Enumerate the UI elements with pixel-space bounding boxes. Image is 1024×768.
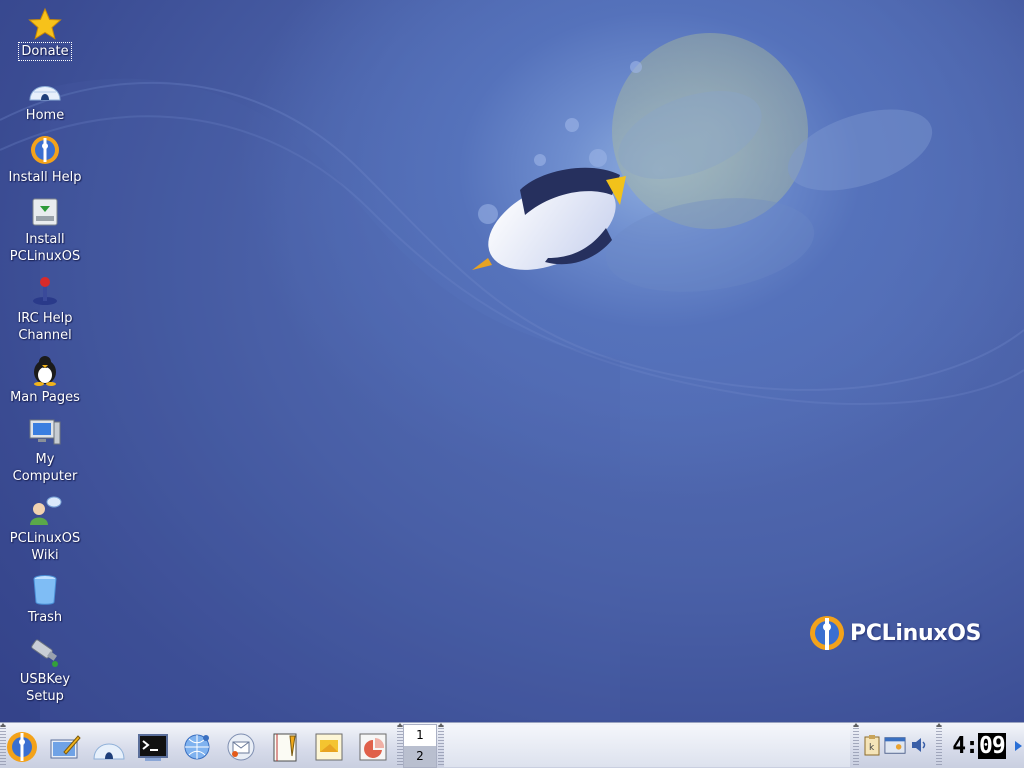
installer-disk-icon (27, 194, 63, 230)
desktop-icon-label: Trash (27, 610, 63, 625)
clock-minutes: 09 (978, 733, 1006, 759)
desktop-icon-home[interactable]: Home (0, 70, 90, 124)
desktop-icon-my-computer[interactable]: My Computer (0, 414, 90, 485)
mail-icon (227, 733, 255, 761)
clock[interactable]: 4:09 (948, 726, 1010, 766)
email-launcher[interactable] (221, 727, 261, 767)
show-desktop-launcher[interactable] (45, 727, 85, 767)
kmenu-button[interactable] (2, 727, 42, 767)
desktop-pager: 1 2 (403, 724, 437, 768)
desktop-icon-donate[interactable]: Donate (0, 6, 90, 61)
igloo-home-icon (93, 743, 125, 760)
clock-separator: : (965, 733, 979, 759)
desktop-icon-usbkey-setup[interactable]: USBKey Setup (0, 634, 90, 705)
igloo-home-icon (27, 70, 63, 106)
desktop-pen-icon (50, 735, 81, 759)
kmix-mixer-icon[interactable] (884, 733, 906, 757)
chart-icon (359, 733, 387, 761)
desktop-icon-trash[interactable]: Trash (0, 572, 90, 626)
panel-handle[interactable] (853, 723, 859, 767)
desktop-icon-install-pclinuxos[interactable]: Install PCLinuxOS (0, 194, 90, 265)
pager-desktop-2[interactable]: 2 (404, 746, 436, 767)
panel-hide-arrow-icon[interactable] (1015, 741, 1022, 751)
presentation-icon (315, 733, 343, 761)
desktop-icon-pclinuxos-wiki[interactable]: PCLinuxOS Wiki (0, 493, 90, 564)
notebook-icon (273, 733, 297, 762)
taskbar-window-list[interactable] (444, 725, 850, 767)
charts-launcher[interactable] (353, 727, 393, 767)
desktop-icon-label: Install Help (8, 170, 82, 185)
home-folder-launcher[interactable] (89, 727, 129, 767)
web-browser-launcher[interactable] (177, 727, 217, 767)
pclinuxos-wallpaper-logo: PCLinuxOS (808, 612, 982, 654)
desktop-icon-label: Donate (18, 42, 72, 61)
speaker-volume-icon[interactable] (909, 733, 931, 757)
klipper-icon[interactable]: k (861, 733, 883, 757)
trash-can-icon (27, 572, 63, 608)
usb-key-icon (27, 634, 63, 670)
text-editor-launcher[interactable] (265, 727, 305, 767)
pager-desktop-1[interactable]: 1 (404, 725, 436, 746)
tux-penguin-icon (27, 352, 63, 388)
panel-handle[interactable] (936, 723, 942, 767)
desktop-icon-label: USBKey Setup (19, 672, 71, 704)
desktop-icon-label: IRC Help Channel (17, 311, 73, 343)
joystick-irc-icon (27, 273, 63, 309)
brand-text: PCLinuxOS (850, 620, 982, 646)
pclinuxos-globe-icon (27, 132, 63, 168)
terminal-launcher[interactable] (133, 727, 173, 767)
network-globe-icon (184, 734, 210, 760)
star-icon (27, 6, 63, 42)
pclinuxos-globe-icon (810, 616, 844, 650)
desktop-icon-label: Man Pages (10, 390, 80, 405)
terminal-icon (138, 734, 168, 761)
desktop-icon-label: Install PCLinuxOS (9, 232, 81, 264)
desktop-icon-man-pages[interactable]: Man Pages (0, 352, 90, 406)
desktop-background: Donate Home Install Help Install PCLinux… (0, 0, 1024, 722)
desktop-icon-label: Home (25, 108, 65, 123)
taskbar: 1 2 k 4:09 (0, 722, 1024, 768)
desktop-icon-install-help[interactable]: Install Help (0, 132, 90, 186)
clock-hours: 4 (952, 733, 966, 759)
wiki-user-chat-icon (27, 493, 63, 529)
presentation-launcher[interactable] (309, 727, 349, 767)
pclinuxos-globe-icon (7, 732, 37, 762)
svg-text:k: k (869, 743, 875, 753)
computer-icon (27, 414, 63, 450)
desktop-icon-irc-help-channel[interactable]: IRC Help Channel (0, 273, 90, 344)
desktop-icon-label: PCLinuxOS Wiki (9, 531, 81, 563)
desktop-icon-label: My Computer (12, 452, 78, 484)
